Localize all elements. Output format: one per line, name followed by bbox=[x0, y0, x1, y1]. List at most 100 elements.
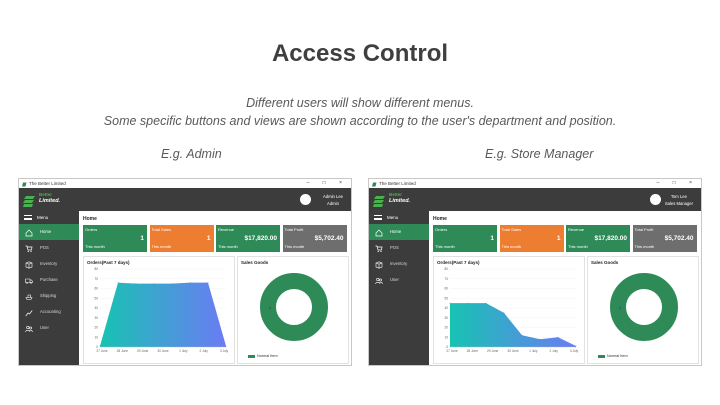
chart-legend: Normal Item bbox=[248, 354, 278, 358]
donut-slice-normal-item[interactable] bbox=[260, 273, 328, 341]
donut-data-label: 1 bbox=[269, 306, 271, 310]
sidebar-item-pos[interactable]: POS bbox=[369, 240, 429, 256]
y-tick-label: 20 bbox=[444, 326, 448, 330]
company-name: Better Limited. bbox=[389, 192, 410, 204]
card-orders[interactable]: Orders 1 This month bbox=[433, 225, 497, 252]
sidebar-item-label: POS bbox=[390, 245, 399, 250]
user-info[interactable]: Admin Lee Admin bbox=[323, 193, 343, 207]
orders-area-series[interactable] bbox=[100, 282, 226, 347]
card-total-sales[interactable]: Total Sales 1 This month bbox=[499, 225, 564, 252]
truck-icon bbox=[25, 276, 33, 284]
admin-app-window: The Better Limited – □ × Better Limited. Adm… bbox=[18, 178, 352, 366]
box-icon bbox=[375, 260, 383, 269]
x-tick-label: 28 June bbox=[467, 349, 479, 353]
users-icon bbox=[375, 276, 383, 285]
x-tick-label: 27 June bbox=[96, 349, 108, 353]
sidebar-item-inventory[interactable]: Inventory bbox=[369, 256, 429, 272]
card-label: Total Profit bbox=[634, 227, 654, 232]
data-point bbox=[225, 345, 227, 347]
card-label: Orders bbox=[85, 227, 98, 232]
sidebar-item-label: POS bbox=[40, 245, 49, 250]
orders-area-series[interactable] bbox=[450, 303, 576, 347]
company-name-line2: Limited. bbox=[389, 198, 411, 204]
app-header: Better Limited. Admin Lee Admin bbox=[19, 188, 351, 211]
cart-icon bbox=[25, 244, 33, 253]
card-period: This month bbox=[634, 244, 655, 249]
sidebar-item-label: Inventory bbox=[390, 261, 408, 266]
card-value: 1 bbox=[490, 235, 494, 242]
card-period: This month bbox=[435, 244, 455, 249]
menu-label: Menu bbox=[37, 215, 49, 220]
card-value: 1 bbox=[206, 235, 211, 242]
sidebar-item-home[interactable]: Home bbox=[19, 224, 79, 240]
card-value: $17,820.00 bbox=[244, 235, 277, 242]
sidebar-item-accounting[interactable]: Accounting bbox=[19, 304, 79, 320]
sidebar-item-inventory[interactable]: Inventory bbox=[19, 256, 79, 272]
caption-admin: E.g. Admin bbox=[161, 147, 222, 161]
card-label: Orders bbox=[435, 227, 448, 232]
hamburger-icon bbox=[374, 215, 382, 220]
card-period: This month bbox=[85, 244, 105, 249]
card-revenue[interactable]: Revenue $17,820.00 This month bbox=[566, 225, 630, 252]
card-period: This month bbox=[218, 244, 238, 249]
window-controls[interactable]: – □ × bbox=[657, 179, 699, 188]
window-controls[interactable]: – □ × bbox=[307, 179, 349, 188]
user-info[interactable]: Tom Lee Sales Manager bbox=[665, 193, 693, 207]
sales-donut-chart: 1 bbox=[260, 273, 328, 341]
menu-toggle[interactable]: Menu bbox=[369, 211, 429, 224]
avatar[interactable] bbox=[650, 194, 661, 205]
window-title: The Better Limited bbox=[29, 181, 66, 186]
x-tick-label: 29 June bbox=[137, 349, 149, 353]
donut-slice-normal-item[interactable] bbox=[610, 273, 678, 341]
sidebar-item-user[interactable]: User bbox=[369, 272, 429, 288]
data-point bbox=[189, 282, 191, 284]
legend-label: Normal Item bbox=[257, 354, 278, 358]
sidebar-item-label: Accounting bbox=[40, 309, 61, 314]
sidebar-item-shipping[interactable]: Shipping bbox=[19, 288, 79, 304]
sidebar-item-purchase[interactable]: Purchase bbox=[19, 272, 79, 288]
sidebar-item-user[interactable]: User bbox=[19, 320, 79, 336]
y-tick-label: 10 bbox=[444, 335, 448, 339]
sidebar-item-pos[interactable]: POS bbox=[19, 240, 79, 256]
card-value: $17,820.00 bbox=[594, 235, 627, 242]
main-content: Home Orders 1 This month Total Sales 1 This mo… bbox=[79, 211, 351, 365]
card-orders[interactable]: Orders 1 This month bbox=[83, 225, 147, 252]
window-titlebar: The Better Limited – □ × bbox=[369, 179, 701, 188]
menu-toggle[interactable]: Menu bbox=[19, 211, 79, 224]
card-period: This month bbox=[568, 244, 588, 249]
card-revenue[interactable]: Revenue $17,820.00 This month bbox=[216, 225, 280, 252]
y-tick-label: 70 bbox=[94, 277, 98, 281]
x-tick-label: 1 July bbox=[179, 349, 188, 353]
card-total-profit[interactable]: Total Profit $5,702.40 This month bbox=[632, 225, 697, 252]
x-tick-label: 29 June bbox=[487, 349, 499, 353]
data-point bbox=[99, 345, 101, 347]
card-period: This month bbox=[151, 244, 172, 249]
sidebar-item-label: Inventory bbox=[40, 261, 58, 266]
sales-donut-chart: 1 bbox=[610, 273, 678, 341]
orders-chart-panel: Orders(Past 7 days) 0 10 20 30 40 50 60 70 80 27 J… bbox=[83, 256, 235, 364]
store-manager-app-window: The Better Limited – □ × Better Limited. Tom… bbox=[368, 178, 702, 366]
sidebar-item-label: Shipping bbox=[40, 293, 57, 298]
sidebar-item-label: Purchase bbox=[40, 277, 58, 282]
sidebar-item-home[interactable]: Home bbox=[369, 224, 429, 240]
subtitle-line-1: Different users will show different menu… bbox=[246, 96, 474, 110]
user-role: Admin bbox=[327, 201, 339, 206]
user-name: Admin Lee bbox=[322, 194, 343, 199]
y-tick-label: 30 bbox=[94, 316, 98, 320]
x-tick-label: 3 July bbox=[220, 349, 229, 353]
data-point bbox=[153, 283, 155, 285]
avatar[interactable] bbox=[300, 194, 311, 205]
orders-area-chart: 0102030405060708027 June 28 June 29 June 30… bbox=[94, 267, 229, 353]
subtitle-line-2: Some specific buttons and views are show… bbox=[103, 114, 617, 128]
card-total-sales[interactable]: Total Sales 1 This month bbox=[149, 225, 214, 252]
hamburger-icon bbox=[24, 215, 32, 220]
data-point bbox=[135, 283, 137, 285]
card-value: $5,702.40 bbox=[314, 235, 344, 242]
y-tick-label: 20 bbox=[94, 326, 98, 330]
y-tick-label: 10 bbox=[94, 335, 98, 339]
y-tick-label: 50 bbox=[444, 296, 448, 300]
card-total-profit[interactable]: Total Profit $5,702.40 This month bbox=[282, 225, 347, 252]
card-label: Revenue bbox=[218, 227, 235, 232]
sidebar-item-label: Home bbox=[390, 229, 402, 234]
window-titlebar: The Better Limited – □ × bbox=[19, 179, 351, 188]
